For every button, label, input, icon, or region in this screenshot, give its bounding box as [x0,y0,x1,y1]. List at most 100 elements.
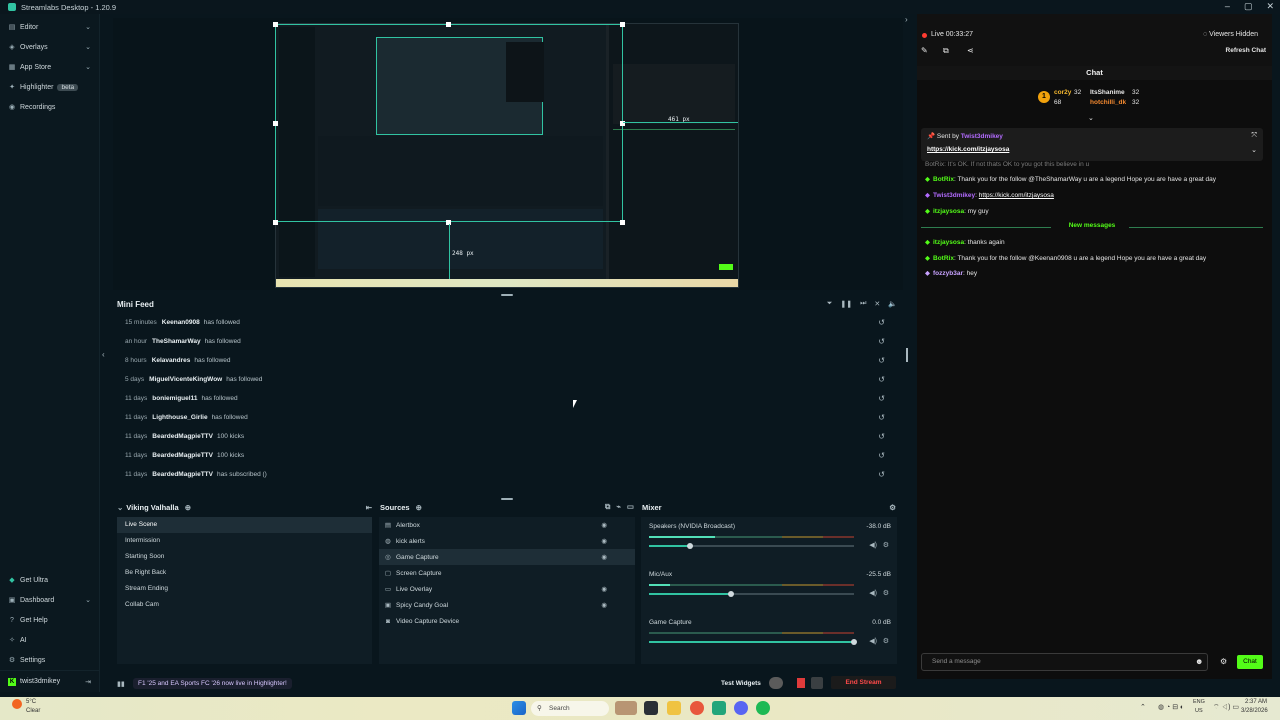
chat-username[interactable]: itzjaysosa [933,239,964,246]
weather-icon[interactable] [12,699,22,709]
mute-alerts-icon[interactable]: ✕ [874,300,880,308]
browser-icon[interactable] [690,701,704,715]
scene-item[interactable]: Be Right Back [117,565,372,581]
replay-buffer-icon[interactable] [811,677,823,689]
scene-item[interactable]: Intermission [117,533,372,549]
slider-knob[interactable] [851,639,857,645]
task-view-icon[interactable] [644,701,658,715]
replay-alert-icon[interactable]: ↺ [878,318,885,327]
resize-handle[interactable] [620,220,625,225]
slider-knob[interactable] [687,543,693,549]
source-item[interactable]: ◍ kick alerts ◉ [379,533,635,549]
sidebar-item-highlighter[interactable]: ✦ Highlighter beta [0,77,99,97]
replay-alert-icon[interactable]: ↺ [878,337,885,346]
emoji-icon[interactable]: ☻ [1195,657,1203,666]
maximize-icon[interactable]: ▢ [1244,1,1253,12]
sidebar-item-settings[interactable]: ⚙ Settings [0,650,99,670]
file-explorer-icon[interactable] [667,701,681,715]
resize-handle[interactable] [273,22,278,27]
language[interactable]: ENG [1193,699,1205,705]
source-item[interactable]: ◎ Game Capture ◉ [379,549,635,565]
volume-icon[interactable]: ◀) [869,637,877,645]
volume-icon[interactable]: ◀) [869,541,877,549]
replay-alert-icon[interactable]: ↺ [878,413,885,422]
share-icon[interactable]: ⋖ [967,46,974,55]
sidebar-item-get-help[interactable]: ? Get Help [0,610,99,630]
scene-item[interactable]: Live Scene [117,517,372,533]
resize-handle[interactable] [273,220,278,225]
send-chat-button[interactable]: Chat [1237,655,1263,669]
chat-username[interactable]: Twist3dmikey [933,192,975,199]
sidebar-item-recordings[interactable]: ◉ Recordings [0,97,99,117]
logout-icon[interactable]: ⇥ [85,678,91,686]
sidebar-item-get-ultra[interactable]: ◆ Get Ultra [0,570,99,590]
test-widgets-button[interactable]: Test Widgets [721,680,761,687]
highlighter-promo[interactable]: F1 '25 and EA Sports FC '26 now live in … [133,678,292,689]
spotify-icon[interactable] [756,701,770,715]
pinned-message[interactable]: 📌 Sent by Twist3dmikey https://kick.com/… [921,128,1263,161]
visibility-icon[interactable]: ◉ [601,521,607,529]
user-account[interactable]: K twist3dmikey ⇥ [0,670,99,692]
add-source-icon[interactable]: ⊕ [416,503,422,512]
network-icon[interactable]: ⌔ ◁) ▭ [1213,703,1239,712]
resize-handle[interactable] [446,22,451,27]
link-icon[interactable]: ⌁ [616,502,621,512]
discord-icon[interactable] [734,701,748,715]
volume-icon[interactable]: 🔈 [888,300,897,308]
replay-alert-icon[interactable]: ↺ [878,394,885,403]
volume-slider[interactable] [649,543,854,549]
end-stream-button[interactable]: End Stream [831,676,896,689]
filter-icon[interactable]: ⏷ [827,300,833,308]
tray-icons[interactable]: ◍ ◔ ⊟ ◐ [1158,703,1184,711]
record-toggle[interactable] [769,677,783,689]
source-item[interactable]: ▣ Spicy Candy Goal ◉ [379,597,635,613]
resize-handle[interactable] [273,121,278,126]
gear-icon[interactable]: ⚙ [1220,657,1227,666]
scene-item[interactable]: Starting Soon [117,549,372,565]
edit-icon[interactable]: ✎ [921,46,928,55]
pause-icon[interactable]: ❚❚ [840,300,852,308]
gear-icon[interactable]: ⚙ [889,503,896,512]
viewers-hidden[interactable]: ◌ Viewers Hidden [1203,31,1258,38]
replay-alert-icon[interactable]: ↺ [878,451,885,460]
stream-preview[interactable]: 248 px 461 px [113,18,903,290]
resize-handle[interactable] [906,348,908,362]
replay-alert-icon[interactable]: ↺ [878,432,885,441]
replay-alert-icon[interactable]: ↺ [878,375,885,384]
sidebar-item-ai[interactable]: ✧ AI [0,630,99,650]
collapse-chat-icon[interactable]: › [905,15,908,24]
windows-start-icon[interactable] [512,701,526,715]
source-item[interactable]: ◙ Video Capture Device [379,613,635,629]
minimize-icon[interactable]: – [1225,1,1230,12]
chat-link[interactable]: https://kick.com/itzjaysosa [979,192,1054,199]
refresh-chat-button[interactable]: Refresh Chat [1226,47,1266,54]
unpin-icon[interactable]: ⤧ [1251,132,1257,140]
performance-icon[interactable]: ▮▮ [117,680,125,688]
replay-alert-icon[interactable]: ↺ [878,356,885,365]
scene-item[interactable]: Collab Cam [117,597,372,613]
duplicate-icon[interactable]: ⧉ [605,502,610,512]
skip-icon[interactable]: ⏭ [860,300,866,308]
chat-message-input[interactable]: Send a message [921,653,1208,671]
chat-username[interactable]: BotRix [933,255,954,262]
volume-slider[interactable] [649,639,857,645]
gear-icon[interactable]: ⚙ [883,637,889,645]
sidebar-item-editor[interactable]: ▤ Editor ⌄ [0,17,99,37]
folder-icon[interactable]: ▭ [627,502,634,512]
gear-icon[interactable]: ⚙ [883,541,889,549]
replay-alert-icon[interactable]: ↺ [878,470,885,479]
chevron-down-icon[interactable]: ⌄ [1251,146,1257,154]
resize-handle[interactable] [620,22,625,27]
widget-thumbnail[interactable] [615,701,637,715]
chat-username[interactable]: itzjaysosa [933,208,964,215]
volume-slider[interactable] [649,591,854,597]
chat-username[interactable]: fozzyb3ar [933,270,963,277]
gear-icon[interactable]: ⚙ [883,589,889,597]
streamlabs-taskbar-icon[interactable] [712,701,726,715]
collapse-sidebar-icon[interactable]: ‹ [102,350,105,359]
scene-collection-name[interactable]: Viking Valhalla [126,503,178,512]
source-item[interactable]: ▭ Live Overlay ◉ [379,581,635,597]
tray-chevron-icon[interactable]: ⌃ [1140,703,1146,711]
stop-record-icon[interactable] [797,678,805,688]
sidebar-item-app-store[interactable]: ▦ App Store ⌄ [0,57,99,77]
